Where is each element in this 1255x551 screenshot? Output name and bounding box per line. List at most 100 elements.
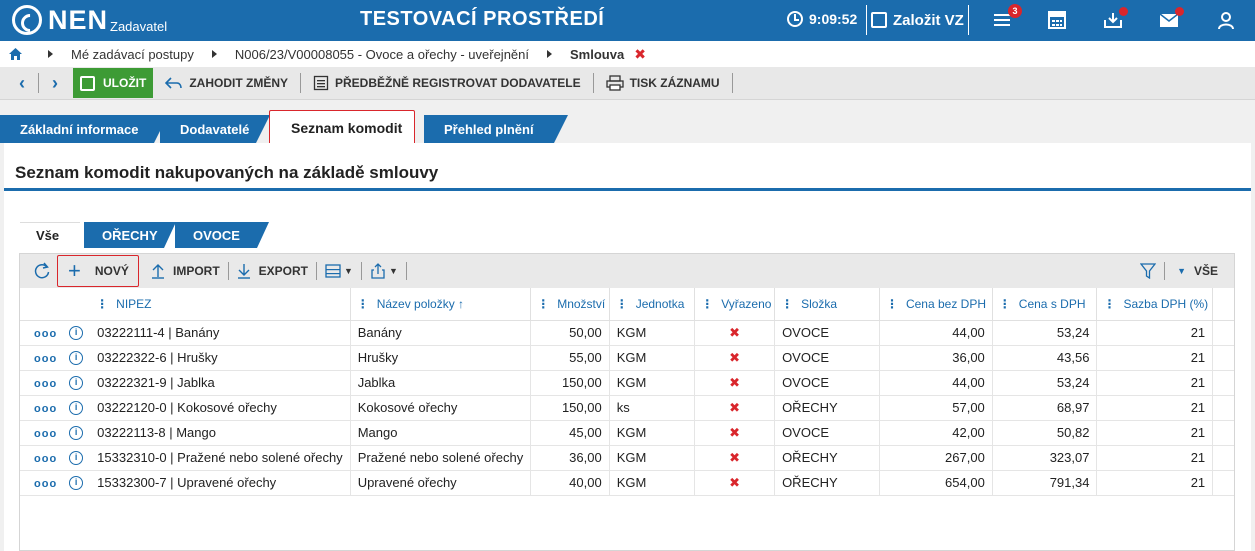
tab-basic-info[interactable]: Základní informace	[0, 115, 168, 143]
breadcrumb-item-procedure[interactable]: N006/23/V00008055 - Ovoce a ořechy - uve…	[235, 47, 529, 62]
cell-filler	[1212, 420, 1234, 446]
more-options-icon[interactable]: ooo	[34, 453, 57, 465]
cell-quantity: 150,00	[530, 370, 610, 396]
subtab-fruit[interactable]: OVOCE	[175, 222, 269, 248]
close-icon[interactable]: ✖	[634, 46, 646, 63]
user-icon[interactable]	[1215, 10, 1237, 30]
column-header-vat-rate[interactable]: ⋮ Sazba DPH (%)	[1096, 288, 1214, 321]
import-button[interactable]: IMPORT	[145, 255, 226, 287]
title-divider	[4, 188, 1251, 191]
more-options-icon[interactable]: ooo	[34, 328, 57, 340]
breadcrumb-separator-icon	[211, 50, 217, 58]
back-arrow-icon[interactable]: ‹	[10, 71, 34, 95]
nen-logo[interactable]: NEN Zadavatel	[12, 5, 167, 35]
info-icon[interactable]: i	[69, 351, 84, 366]
create-tender-button[interactable]: Založit VZ	[866, 5, 969, 35]
cell-price-vat: 791,34	[992, 470, 1098, 496]
column-header-removed[interactable]: ⋮ Vyřazeno	[694, 288, 776, 321]
cell-folder: OVOCE	[774, 320, 880, 346]
discard-changes-label: ZAHODIT ZMĚNY	[189, 76, 288, 90]
cell-filler	[1212, 445, 1234, 471]
column-menu-icon[interactable]: ⋮	[357, 297, 369, 311]
more-options-icon[interactable]: ooo	[34, 403, 57, 415]
print-record-button[interactable]: TISK ZÁZNAMU	[600, 75, 726, 91]
home-icon[interactable]	[9, 48, 22, 60]
filter-all-dropdown[interactable]: ▼ VŠE	[1167, 255, 1224, 287]
row-actions: ooo i	[20, 420, 91, 446]
save-button-label: ULOŽIT	[103, 76, 147, 90]
cell-price: 267,00	[879, 445, 993, 471]
pencil-icon	[871, 12, 887, 28]
column-header-nipez[interactable]: ⋮ NIPEZ	[90, 288, 351, 321]
preregister-supplier-button[interactable]: PŘEDBĚŽNĚ REGISTROVAT DODAVATELE	[307, 75, 587, 91]
share-button[interactable]: ▼	[364, 255, 404, 287]
tab-suppliers[interactable]: Dodavatelé	[160, 115, 270, 143]
column-header-name[interactable]: ⋮ Název položky ↑	[350, 288, 532, 321]
column-menu-icon[interactable]: ⋮	[616, 297, 628, 311]
row-actions: ooo i	[20, 445, 91, 471]
info-icon[interactable]: i	[69, 476, 84, 491]
subtab-all[interactable]: Vše	[20, 222, 80, 248]
column-menu-icon[interactable]: ⋮	[701, 297, 713, 311]
more-options-icon[interactable]: ooo	[34, 428, 57, 440]
cell-price: 42,00	[879, 420, 993, 446]
column-header-folder[interactable]: ⋮ Složka	[774, 288, 880, 321]
table-row[interactable]: ooo i 03222321-9 | Jablka Jablka 150,00 KGM ✖ O…	[20, 370, 1234, 396]
save-button[interactable]: ULOŽIT	[73, 68, 154, 98]
cell-folder: OVOCE	[774, 370, 880, 396]
column-header-label: Jednotka	[635, 296, 685, 311]
table-row[interactable]: ooo i 15332300-7 | Upravené ořechy Upravené…	[20, 470, 1234, 496]
info-icon[interactable]: i	[69, 376, 84, 391]
filter-icon[interactable]	[1140, 263, 1157, 279]
grid-toolbar-divider	[1164, 262, 1166, 280]
table-row[interactable]: ooo i 03222322-6 | Hrušky Hrušky 55,00 KGM ✖ OV…	[20, 345, 1234, 371]
info-icon[interactable]: i	[69, 451, 84, 466]
table-header-row: ⋮ NIPEZ ⋮ Název položky ↑ ⋮ Množství ⋮ Jedno…	[20, 288, 1234, 321]
tab-commodity-list[interactable]: Seznam komodit	[269, 110, 415, 145]
column-menu-icon[interactable]: ⋮	[886, 297, 898, 311]
calculator-icon[interactable]	[1046, 10, 1068, 30]
column-header-unit[interactable]: ⋮ Jednotka	[609, 288, 696, 321]
filter-all-label: VŠE	[1193, 264, 1218, 278]
cell-removed: ✖	[694, 395, 776, 421]
cell-vat-rate: 21	[1096, 420, 1214, 446]
cell-filler	[1212, 470, 1234, 496]
table-row[interactable]: ooo i 03222113-8 | Mango Mango 45,00 KGM ✖ OVOC…	[20, 420, 1234, 446]
table-row[interactable]: ooo i 15332310-0 | Pražené nebo solené oře…	[20, 445, 1234, 471]
cell-filler	[1212, 395, 1234, 421]
column-header-price[interactable]: ⋮ Cena bez DPH	[879, 288, 993, 321]
column-settings-button[interactable]: ▼	[319, 255, 359, 287]
more-options-icon[interactable]: ooo	[34, 353, 57, 365]
cell-name: Upravené ořechy	[350, 470, 532, 496]
discard-changes-button[interactable]: ZAHODIT ZMĚNY	[159, 76, 294, 90]
column-menu-icon[interactable]: ⋮	[781, 297, 793, 311]
refresh-icon[interactable]	[33, 262, 51, 280]
column-menu-icon[interactable]: ⋮	[999, 297, 1011, 311]
table-row[interactable]: ooo i 03222120-0 | Kokosové ořechy Kokosové…	[20, 395, 1234, 421]
table-row[interactable]: ooo i 03222111-4 | Banány Banány 50,00 KGM ✖ OV…	[20, 320, 1234, 346]
column-menu-icon[interactable]: ⋮	[1103, 297, 1115, 311]
cell-quantity: 40,00	[530, 470, 610, 496]
more-options-icon[interactable]: ooo	[34, 378, 57, 390]
cell-quantity: 55,00	[530, 345, 610, 371]
table-columns-icon	[325, 264, 341, 278]
info-icon[interactable]: i	[69, 326, 84, 341]
tab-fulfillment-overview[interactable]: Přehled plnění	[424, 115, 568, 143]
column-menu-icon[interactable]: ⋮	[537, 297, 549, 311]
export-button[interactable]: EXPORT	[231, 255, 314, 287]
cell-unit: KGM	[609, 470, 696, 496]
column-header-quantity[interactable]: ⋮ Množství	[530, 288, 610, 321]
column-menu-icon[interactable]: ⋮	[96, 297, 108, 311]
cell-unit: KGM	[609, 345, 696, 371]
chevron-down-icon: ▼	[388, 266, 398, 276]
subtab-nuts[interactable]: OŘECHY	[84, 222, 176, 248]
new-item-button[interactable]: + NOVÝ	[57, 255, 139, 287]
info-icon[interactable]: i	[69, 426, 84, 441]
download-arrow-icon	[237, 264, 250, 279]
more-options-icon[interactable]: ooo	[34, 478, 57, 490]
info-icon[interactable]: i	[69, 401, 84, 416]
column-header-price-vat[interactable]: ⋮ Cena s DPH	[992, 288, 1098, 321]
cell-removed: ✖	[694, 370, 776, 396]
forward-arrow-icon[interactable]: ›	[43, 71, 67, 95]
breadcrumb-item-my-procedures[interactable]: Mé zadávací postupy	[71, 47, 194, 62]
